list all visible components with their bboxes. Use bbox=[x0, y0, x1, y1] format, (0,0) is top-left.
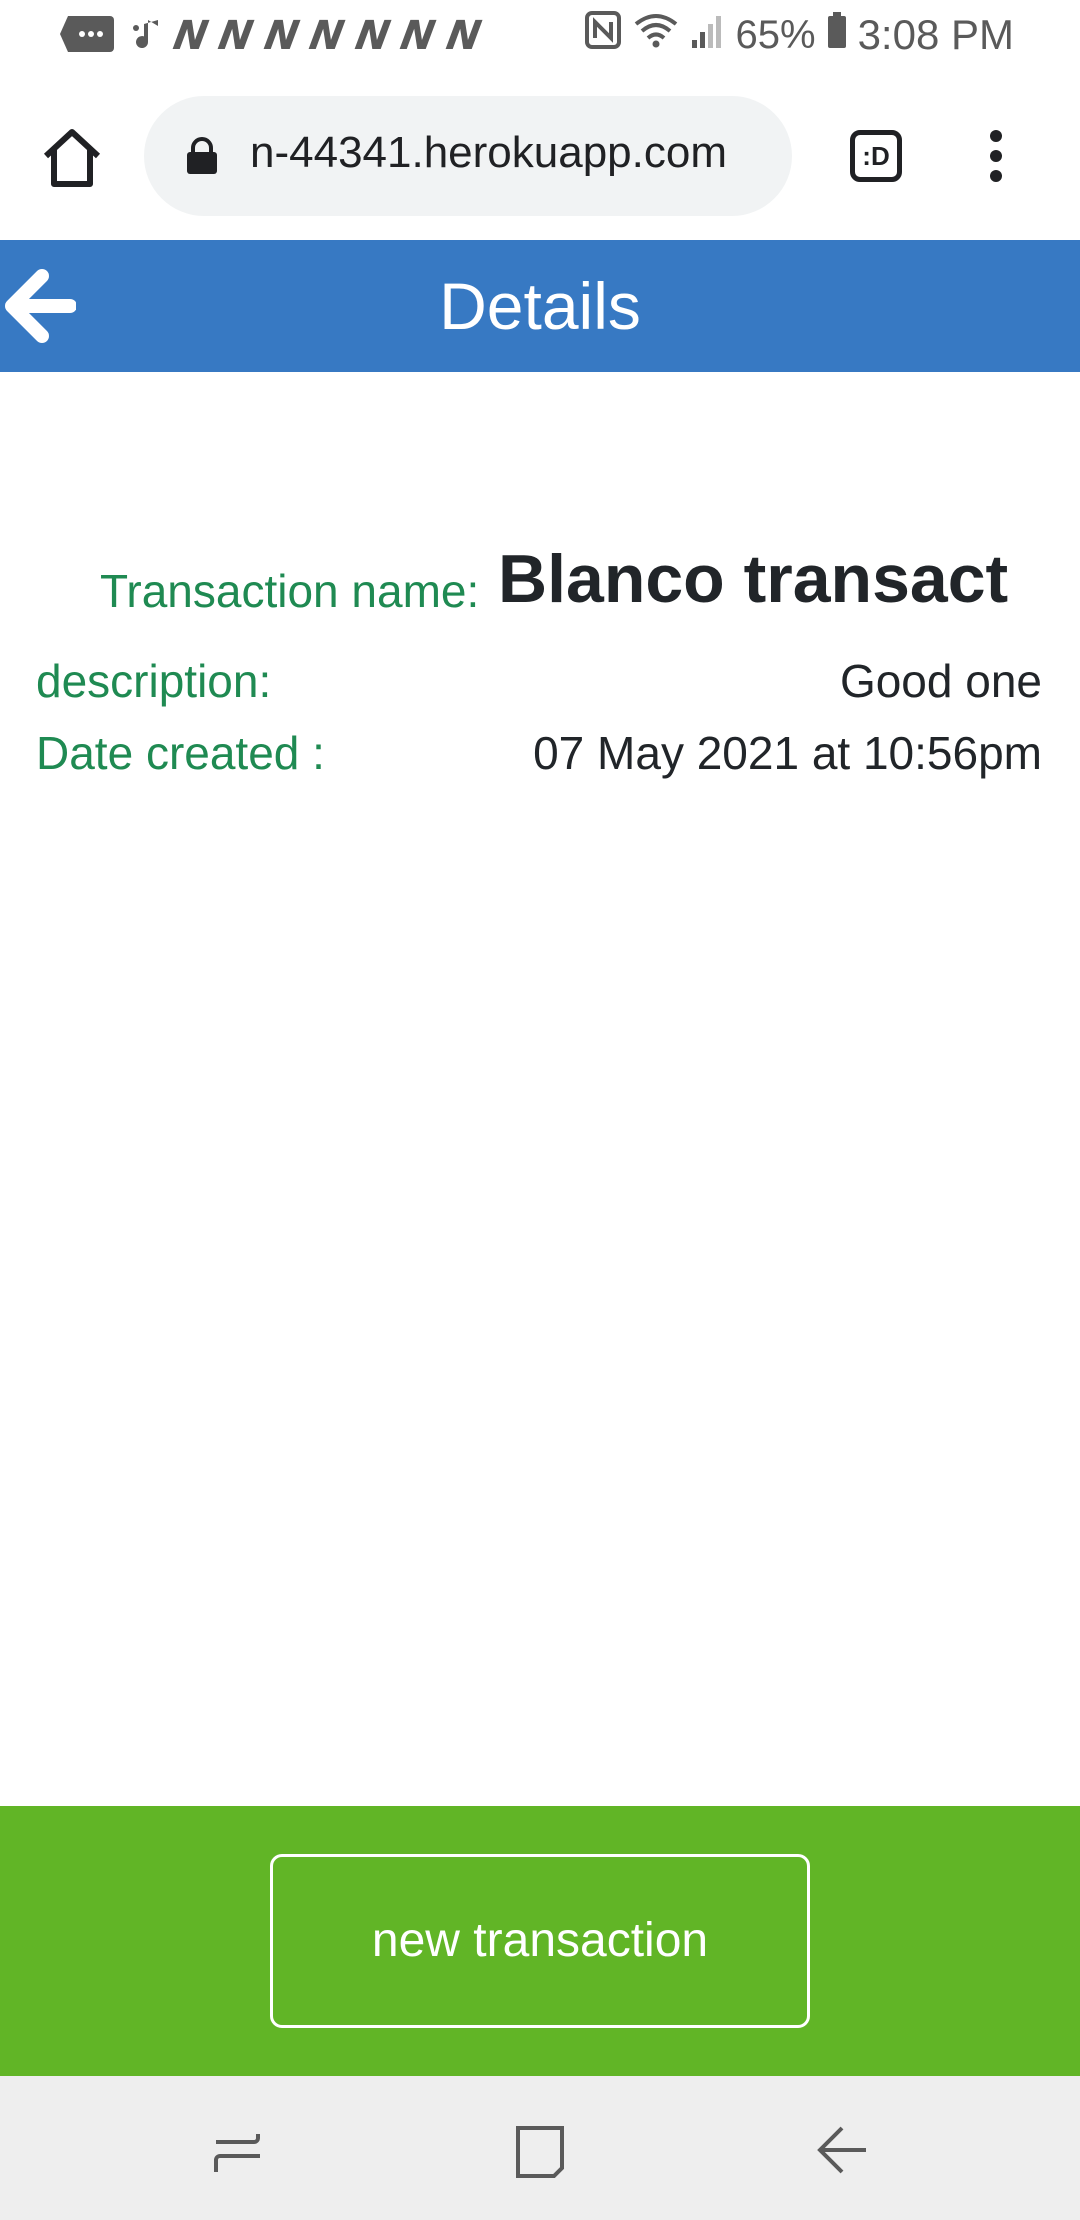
recents-button[interactable] bbox=[208, 2120, 268, 2180]
lock-icon bbox=[187, 137, 217, 174]
back-arrow-icon bbox=[5, 269, 77, 343]
battery-percent: 65% bbox=[735, 12, 816, 57]
home-icon bbox=[43, 129, 101, 187]
battery-icon bbox=[826, 10, 848, 60]
description-label: description: bbox=[36, 655, 272, 707]
tab-switcher-button[interactable]: :D bbox=[850, 130, 902, 182]
footer: new transaction bbox=[0, 1806, 1080, 2076]
netflix-icon: N bbox=[260, 13, 303, 59]
netflix-icon: N bbox=[306, 13, 348, 59]
music-icon bbox=[128, 14, 162, 59]
description-value: Good one bbox=[839, 655, 1042, 707]
netflix-icon: N bbox=[351, 13, 394, 59]
netflix-icon: N bbox=[442, 13, 485, 59]
dot-icon bbox=[990, 170, 1002, 182]
transaction-name-value: Blanco transact bbox=[498, 541, 1009, 617]
netflix-icon: N bbox=[215, 13, 258, 59]
wifi-icon bbox=[632, 10, 680, 60]
new-transaction-button[interactable]: new transaction bbox=[270, 1854, 810, 2028]
clock: 3:08 PM bbox=[857, 11, 1014, 58]
app-header: Details bbox=[0, 240, 1080, 372]
dot-icon bbox=[990, 130, 1002, 142]
transaction-name-row: Transaction name: Blanco transact bbox=[0, 540, 1080, 620]
status-icons: 65% 3:08 PM bbox=[584, 10, 1014, 60]
address-bar[interactable]: n-44341.herokuapp.com bbox=[144, 96, 792, 216]
status-bar: N N N N N N N 65% 3:08 PM bbox=[0, 0, 1080, 72]
url-text: n-44341.herokuapp.com bbox=[250, 128, 727, 177]
more-options-button[interactable] bbox=[984, 130, 1008, 190]
date-created-row: Date created : 07 May 2021 at 10:56pm bbox=[0, 726, 1080, 786]
dot-icon bbox=[990, 150, 1002, 162]
signal-icon bbox=[690, 10, 726, 60]
nfc-icon bbox=[584, 10, 622, 60]
netflix-icon: N bbox=[169, 13, 212, 59]
page-title: Details bbox=[439, 269, 641, 343]
date-created-label: Date created : bbox=[36, 727, 325, 779]
notification-icons: N N N N N N N bbox=[58, 12, 484, 61]
system-nav-bar bbox=[0, 2076, 1080, 2220]
recents-icon bbox=[214, 2134, 260, 2172]
transaction-name-label: Transaction name: bbox=[100, 565, 480, 617]
back-nav-button[interactable] bbox=[812, 2120, 872, 2180]
description-row: description: Good one bbox=[0, 654, 1080, 714]
back-icon bbox=[817, 2126, 866, 2174]
back-button[interactable] bbox=[4, 268, 77, 344]
date-created-value: 07 May 2021 at 10:56pm bbox=[533, 727, 1042, 779]
browser-toolbar: n-44341.herokuapp.com :D bbox=[0, 72, 1080, 240]
message-icon bbox=[58, 12, 116, 61]
square-icon bbox=[516, 2126, 564, 2178]
screen: N N N N N N N 65% 3:08 PM n-44341.heroku… bbox=[0, 0, 1080, 2220]
home-button[interactable] bbox=[38, 124, 106, 192]
netflix-icon: N bbox=[397, 13, 439, 59]
home-nav-button[interactable] bbox=[510, 2120, 570, 2180]
